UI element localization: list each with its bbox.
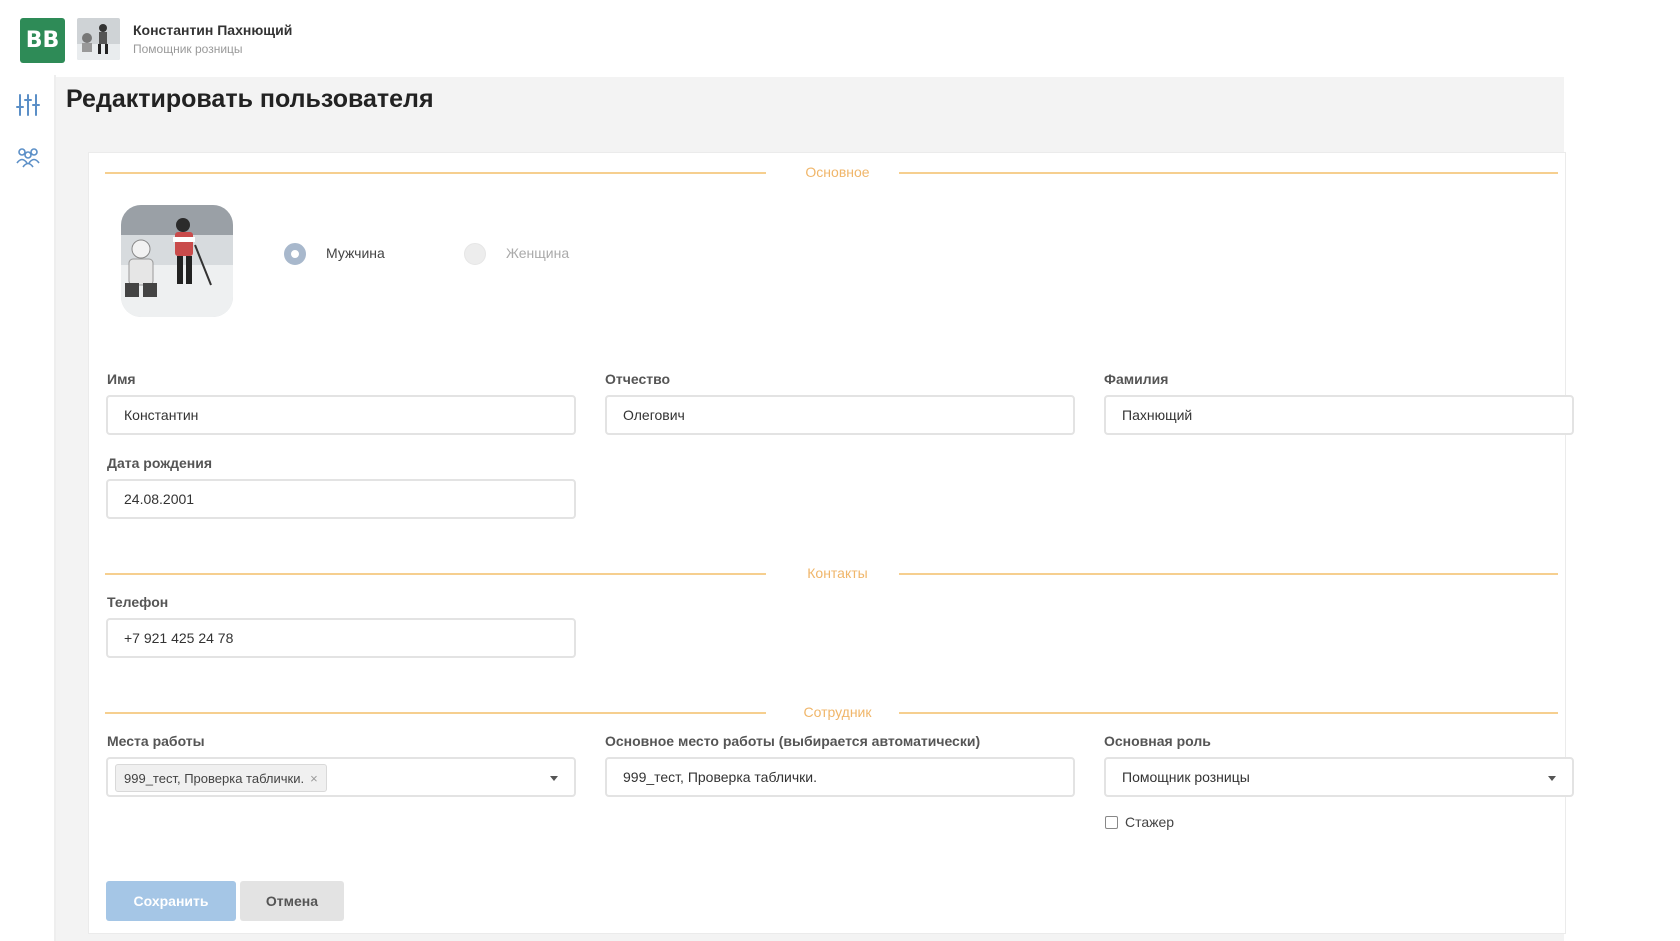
app-logo[interactable]: BB — [20, 18, 65, 63]
workplaces-label: Места работы — [107, 733, 205, 749]
section-divider — [105, 573, 766, 575]
user-name: Константин Пахнющий — [133, 22, 293, 38]
main-workplace-label: Основное место работы (выбирается автома… — [605, 733, 981, 749]
birth-date-input[interactable]: 24.08.2001 — [106, 479, 576, 519]
avatar-photo — [77, 18, 120, 60]
gender-male-label[interactable]: Мужчина — [326, 245, 385, 261]
photo-image — [121, 205, 233, 317]
section-divider — [899, 712, 1558, 714]
users-icon[interactable] — [14, 143, 42, 171]
section-divider — [105, 172, 766, 174]
edit-user-form — [88, 152, 1566, 934]
section-employee: Сотрудник — [105, 702, 1558, 722]
main-role-label: Основная роль — [1104, 733, 1211, 749]
section-divider — [899, 573, 1558, 575]
sliders-icon[interactable] — [14, 91, 42, 119]
user-photo[interactable] — [121, 205, 233, 317]
section-main: Основное — [105, 162, 1558, 182]
chevron-down-icon[interactable] — [1548, 776, 1556, 781]
section-title: Контакты — [807, 565, 868, 581]
main-workplace-input: 999_тест, Проверка таблички. — [605, 757, 1075, 797]
workplace-tag: 999_тест, Проверка таблички. × — [115, 764, 327, 792]
section-title: Сотрудник — [803, 704, 872, 720]
patronymic-label: Отчество — [605, 371, 671, 387]
first-name-label: Имя — [107, 371, 136, 387]
phone-input[interactable]: +7 921 425 24 78 — [106, 618, 576, 658]
main-role-select[interactable]: Помощник розницы — [1104, 757, 1574, 797]
last-name-input[interactable]: Пахнющий — [1104, 395, 1574, 435]
sidebar — [0, 75, 56, 941]
first-name-input[interactable]: Константин — [106, 395, 576, 435]
birth-date-label: Дата рождения — [107, 455, 213, 471]
gender-male-radio[interactable] — [284, 243, 306, 265]
intern-checkbox[interactable] — [1105, 816, 1118, 829]
gender-female-radio[interactable] — [464, 243, 486, 265]
phone-label: Телефон — [107, 594, 169, 610]
user-avatar[interactable] — [77, 18, 120, 60]
tag-remove-icon[interactable]: × — [310, 771, 318, 786]
gender-female-label[interactable]: Женщина — [506, 245, 569, 261]
section-divider — [899, 172, 1558, 174]
main-role-value: Помощник розницы — [1122, 769, 1250, 785]
patronymic-input[interactable]: Олегович — [605, 395, 1075, 435]
user-role: Помощник розницы — [133, 42, 243, 56]
save-button[interactable]: Сохранить — [106, 881, 236, 921]
last-name-label: Фамилия — [1104, 371, 1169, 387]
intern-label[interactable]: Стажер — [1125, 814, 1174, 830]
workplace-tag-label: 999_тест, Проверка таблички. — [124, 770, 305, 786]
page-header: Редактировать пользователя — [56, 77, 1564, 130]
chevron-down-icon[interactable] — [550, 776, 558, 781]
workplaces-select[interactable]: 999_тест, Проверка таблички. × — [106, 757, 576, 797]
section-title: Основное — [805, 164, 870, 180]
cancel-button[interactable]: Отмена — [240, 881, 344, 921]
section-divider — [105, 712, 766, 714]
section-contacts: Контакты — [105, 563, 1558, 583]
page-title: Редактировать пользователя — [66, 85, 434, 113]
